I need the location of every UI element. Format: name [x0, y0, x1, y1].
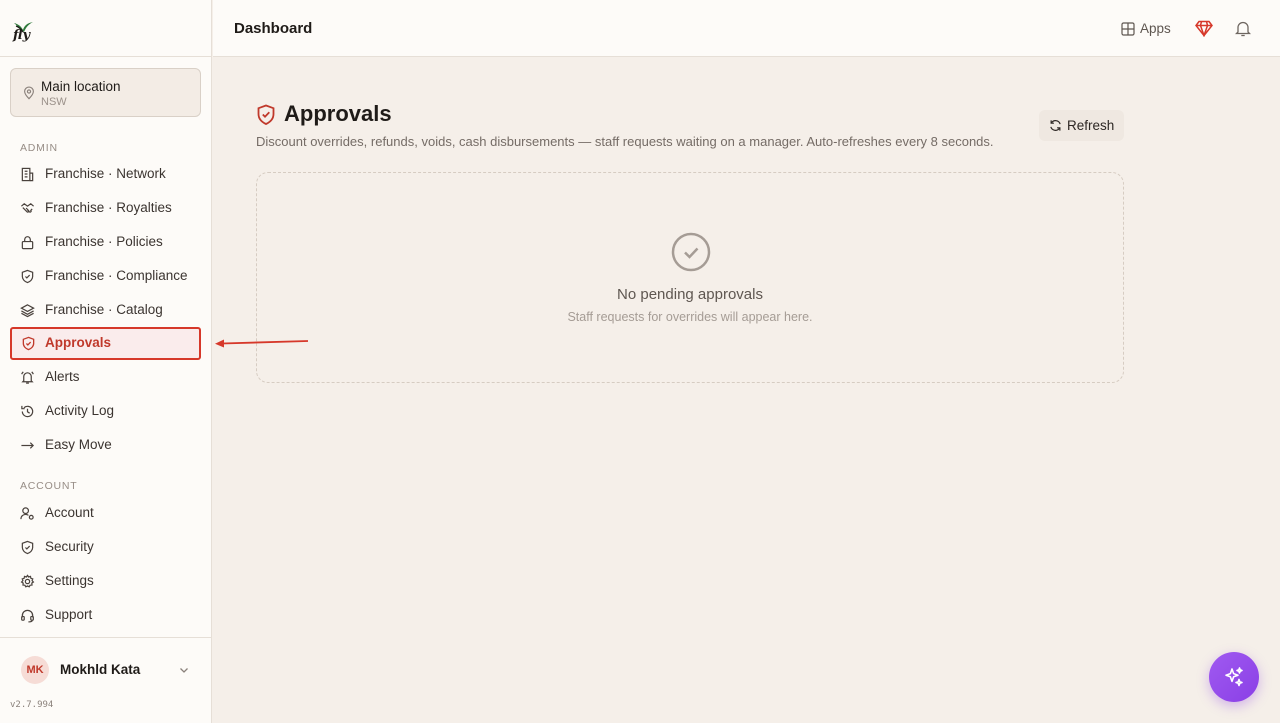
shield-icon [21, 540, 34, 555]
refresh-label: Refresh [1067, 118, 1115, 133]
sidebar-item-label: Franchise · Royalties [45, 200, 172, 215]
section-label-admin: ADMIN [20, 142, 58, 154]
logo-text: fly [13, 28, 31, 43]
sidebar-item-label: Settings [45, 573, 94, 588]
grid-icon [1121, 22, 1135, 36]
sidebar-item-alerts[interactable]: Alerts [10, 361, 201, 393]
shield-icon [21, 269, 34, 284]
empty-state-title: No pending approvals [617, 286, 763, 303]
sidebar-item-franchise-royalties[interactable]: Franchise · Royalties [10, 192, 201, 224]
sidebar-item-easy-move[interactable]: Easy Move [10, 429, 201, 461]
history-icon [21, 405, 34, 418]
section-label-account: ACCOUNT [20, 480, 78, 492]
sidebar-item-label: Easy Move [45, 437, 112, 452]
gear-icon [20, 574, 35, 588]
page-title: Approvals [284, 101, 392, 126]
divider [0, 637, 212, 638]
arrow-right-icon [21, 442, 34, 449]
sidebar-item-franchise-policies[interactable]: Franchise · Policies [10, 226, 201, 258]
user-cog-icon [20, 507, 34, 520]
notification-bell-icon[interactable] [1235, 20, 1251, 37]
sparkles-icon [1225, 667, 1243, 687]
check-circle-icon [671, 232, 711, 272]
location-name: Main location [41, 79, 121, 94]
sidebar-item-security[interactable]: Security [10, 531, 201, 563]
empty-state: No pending approvals Staff requests for … [256, 172, 1124, 383]
sidebar-item-label: Activity Log [45, 403, 115, 418]
shield-check-icon [257, 104, 275, 125]
sidebar-item-label: Franchise · Network [45, 166, 166, 181]
location-selector[interactable]: Main location NSW [10, 68, 201, 117]
sidebar-item-label: Support [45, 607, 93, 622]
sidebar-item-label: Alerts [45, 369, 80, 384]
apps-label: Apps [1140, 21, 1171, 36]
sidebar-item-approvals[interactable]: Approvals [10, 327, 201, 360]
user-name[interactable]: Mokhld Kata [60, 662, 140, 677]
gem-icon[interactable] [1195, 20, 1213, 37]
sidebar-item-activity-log[interactable]: Activity Log [10, 395, 201, 427]
handshake-icon [21, 203, 34, 213]
sidebar-item-settings[interactable]: Settings [10, 565, 201, 597]
empty-state-subtitle: Staff requests for overrides will appear… [567, 310, 813, 324]
refresh-button[interactable]: Refresh [1039, 110, 1124, 141]
sidebar-item-franchise-network[interactable]: Franchise · Network [10, 158, 201, 190]
sidebar-item-label: Account [45, 505, 94, 520]
sidebar-item-support[interactable]: Support [10, 599, 201, 631]
map-pin-icon [24, 86, 34, 100]
sidebar-item-label: Approvals [45, 335, 112, 350]
building-icon [21, 167, 34, 182]
sidebar-item-label: Franchise · Policies [45, 234, 163, 249]
ai-assistant-button[interactable] [1209, 652, 1259, 702]
sidebar-item-franchise-catalog[interactable]: Franchise · Catalog [10, 294, 201, 326]
layers-icon [20, 304, 35, 318]
sidebar-item-account[interactable]: Account [10, 497, 201, 529]
top-header: Dashboard Apps [213, 0, 1280, 57]
location-region: NSW [41, 96, 67, 108]
sidebar-item-label: Security [45, 539, 94, 554]
sidebar-item-label: Franchise · Catalog [45, 302, 163, 317]
chevron-down-icon[interactable] [178, 664, 190, 676]
headset-icon [21, 609, 34, 623]
refresh-icon [1050, 120, 1061, 131]
sidebar-item-label: Franchise · Compliance [45, 268, 188, 283]
sidebar-item-franchise-compliance[interactable]: Franchise · Compliance [10, 260, 201, 292]
avatar[interactable]: MK [21, 656, 49, 684]
version-label: v2.7.994 [10, 700, 54, 710]
annotation-arrow-icon [215, 339, 309, 348]
divider [0, 56, 212, 57]
page-description: Discount overrides, refunds, voids, cash… [256, 134, 994, 149]
header-title: Dashboard [234, 20, 313, 37]
lock-icon [21, 236, 34, 250]
bell-icon [21, 371, 34, 384]
sidebar: fly Main location NSW ADMIN Franchise · … [0, 0, 212, 723]
shield-check-icon [22, 336, 35, 351]
